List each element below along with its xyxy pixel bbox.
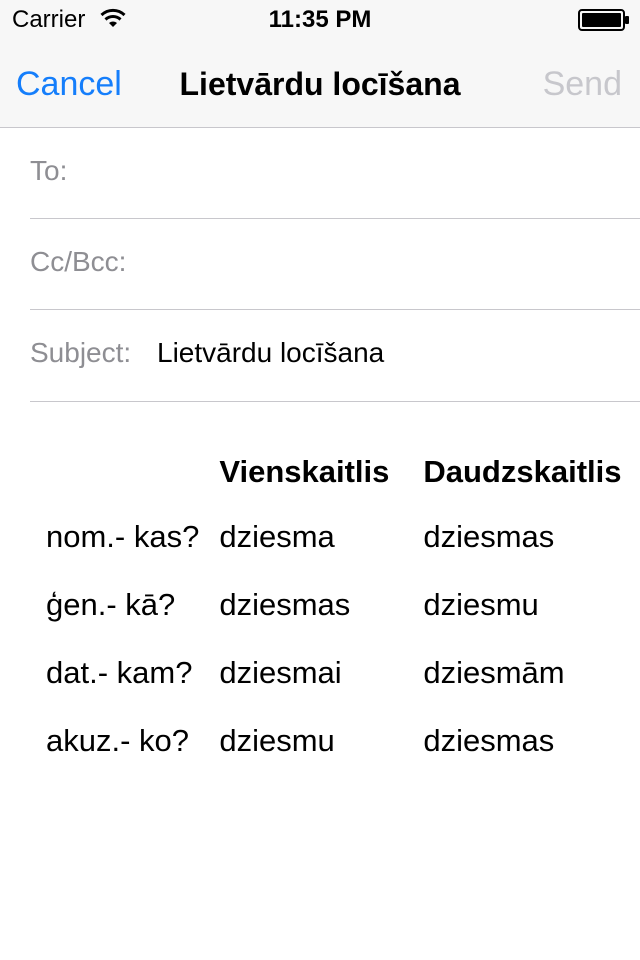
table-row: nom.- kas? dziesma dziesmas [36,504,640,572]
singular-cell: dziesmas [219,587,351,622]
subject-field[interactable]: Subject: Lietvārdu locīšana [30,310,640,402]
table-header-case [36,440,209,504]
subject-label: Subject: [30,337,132,368]
table-row: ģen.- kā? dziesmas dziesmu [36,572,640,640]
table-row: akuz.- ko? dziesmu dziesmas [36,708,640,776]
cancel-button[interactable]: Cancel [16,64,122,104]
table-header-row: Vienskaitlis Daudzskaitlis [36,440,640,504]
singular-cell: dziesma [219,519,335,554]
mail-compose-screen: Carrier 11:35 PM Cancel Lietvārdu locīša… [0,0,640,960]
plural-cell: dziesmām [423,655,565,690]
case-cell: nom.- kas? [46,519,200,554]
plural-cell: dziesmu [423,587,539,622]
singular-cell: dziesmai [219,655,342,690]
case-cell: ģen.- kā? [46,587,176,622]
send-button[interactable]: Send [543,64,622,104]
plural-cell: dziesmas [423,519,555,554]
cc-bcc-label: Cc/Bcc: [30,246,127,277]
singular-cell: dziesmu [219,723,335,758]
status-time: 11:35 PM [268,6,372,33]
subject-input[interactable]: Lietvārdu locīšana [157,336,384,370]
plural-cell: dziesmas [423,723,555,758]
case-cell: dat.- kam? [46,655,193,690]
cc-bcc-field[interactable]: Cc/Bcc: [30,219,640,310]
message-body[interactable]: Vienskaitlis Daudzskaitlis nom.- kas? dz… [0,402,640,960]
case-cell: akuz.- ko? [46,723,190,758]
to-field[interactable]: To: [30,128,640,219]
page-title: Lietvārdu locīšana [179,66,461,102]
status-bar: Carrier 11:35 PM [0,0,640,40]
navigation-bar: Cancel Lietvārdu locīšana Send [0,40,640,128]
declension-table: Vienskaitlis Daudzskaitlis nom.- kas? dz… [36,440,640,776]
table-header-plural: Daudzskaitlis [423,454,622,489]
table-header-singular: Vienskaitlis [219,454,390,489]
to-label: To: [30,155,68,186]
battery-icon [578,9,630,31]
table-row: dat.- kam? dziesmai dziesmām [36,640,640,708]
